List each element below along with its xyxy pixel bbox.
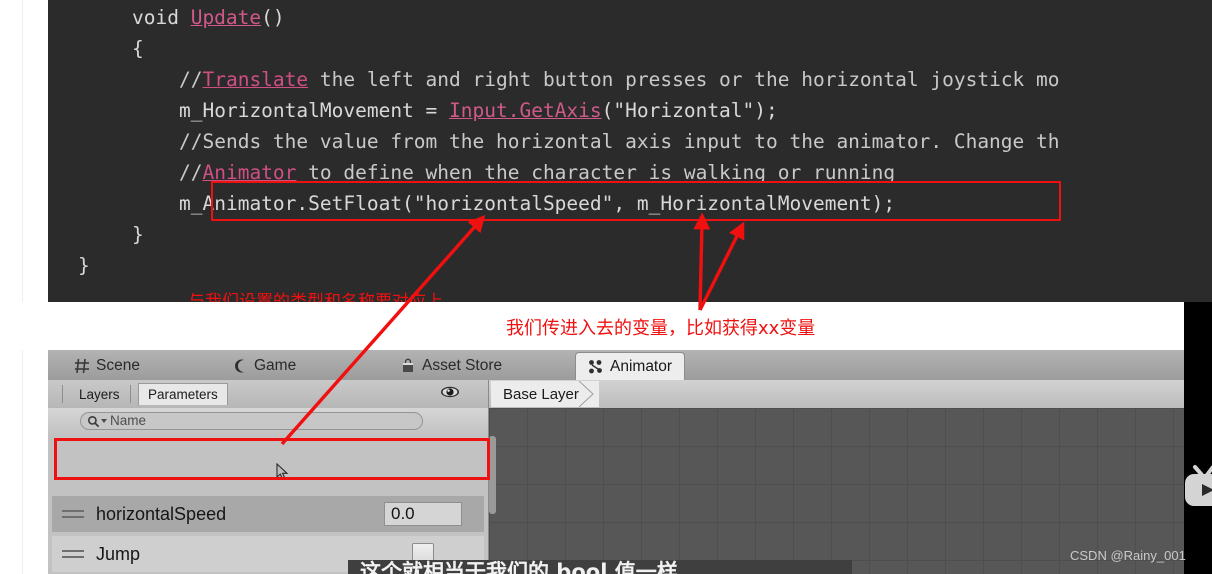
code-token: }: [132, 223, 144, 246]
code-token: m_HorizontalMovement =: [179, 99, 450, 122]
search-icon: [88, 415, 100, 427]
code-line: //Translate the left and right button pr…: [179, 64, 1060, 95]
parameters-search-row: Name: [48, 408, 511, 434]
grid-icon: [74, 358, 90, 374]
code-token: //: [179, 68, 203, 91]
breadcrumb-base-layer[interactable]: Base Layer: [491, 381, 599, 407]
tab-label: Game: [254, 357, 297, 374]
unity-sub-toolbar: Layers Parameters Base Layer: [48, 380, 1184, 409]
page-left-margin: [0, 0, 48, 574]
screenshot-root: void Update(){//Translate the left and r…: [0, 0, 1212, 574]
search-input[interactable]: Name: [80, 412, 423, 430]
subtab-divider: [130, 385, 131, 403]
code-line: }: [78, 250, 90, 281]
code-token: ("Horizontal");: [601, 99, 778, 122]
subtab-layers[interactable]: Layers: [70, 383, 129, 405]
search-dropdown-caret-icon[interactable]: [101, 419, 107, 423]
code-token: (): [261, 6, 285, 29]
code-line: void Update(): [132, 2, 285, 33]
code-line: //Sends the value from the horizontal ax…: [179, 126, 1060, 157]
tab-label: Asset Store: [422, 357, 503, 374]
code-line: }: [132, 219, 144, 250]
annotation-type-name-match: 与我们设置的类型和名称要对应上: [188, 292, 443, 302]
code-token: Animator: [202, 161, 297, 184]
code-token: to define when the character is walking …: [296, 161, 896, 184]
code-token: the left and right button presses or the…: [308, 68, 1060, 91]
code-token: void: [132, 6, 191, 29]
code-token: {: [132, 37, 144, 60]
parameter-name: horizontalSpeed: [96, 503, 227, 524]
code-line: {: [132, 33, 144, 64]
annotation-variable-passed: 我们传进入去的变量，比如获得xx变量: [506, 318, 816, 339]
tab-label: Scene: [96, 357, 140, 374]
tab-asset-store[interactable]: Asset Store: [388, 352, 514, 380]
graph-vertical-scrollbar[interactable]: [489, 436, 496, 514]
parameter-row[interactable]: horizontalSpeed 0.0: [52, 496, 484, 532]
breadcrumb-label: Base Layer: [503, 385, 579, 403]
code-token: Update: [190, 6, 262, 29]
drag-handle-icon[interactable]: [62, 508, 84, 520]
page-left-rule: [22, 0, 23, 574]
video-caption-text: 这个就相当于我们的 bool 值一样: [360, 560, 678, 574]
parameters-panel-header: Layers Parameters: [48, 380, 489, 408]
tab-scene[interactable]: Scene: [62, 352, 152, 380]
subtab-divider: [62, 385, 63, 403]
parameter-value-field[interactable]: 0.0: [384, 502, 462, 526]
chevron-right-icon: [578, 381, 594, 407]
subtab-parameters[interactable]: Parameters: [138, 383, 228, 405]
unity-tab-bar: Scene Game Asset Store Animator: [48, 350, 1184, 381]
csdn-watermark: CSDN @Rainy_001: [1070, 548, 1186, 563]
gamepad-icon: [232, 358, 248, 374]
code-token: //Sends the value from the horizontal ax…: [179, 130, 1060, 153]
video-caption-bar: 这个就相当于我们的 bool 值一样: [348, 560, 852, 574]
tab-animator[interactable]: Animator: [575, 352, 686, 380]
code-token: m_Animator.SetFloat("horizontalSpeed", m…: [179, 192, 896, 215]
mouse-cursor: [276, 463, 289, 481]
code-token: Input.GetAxis: [449, 99, 602, 122]
parameters-panel: Name horizontalSpeed 0.0 Jump: [48, 408, 511, 574]
code-editor-panel: void Update(){//Translate the left and r…: [48, 0, 1212, 302]
code-line: m_Animator.SetFloat("horizontalSpeed", m…: [179, 188, 895, 219]
code-token: }: [78, 254, 90, 277]
letterbox-right: [1184, 302, 1212, 574]
code-line: m_HorizontalMovement = Input.GetAxis("Ho…: [179, 95, 778, 126]
code-token: //: [179, 161, 203, 184]
unity-editor-window: Scene Game Asset Store Animator Layers Param…: [48, 350, 1184, 574]
video-player-logo: [1185, 465, 1212, 506]
shopping-bag-icon: [400, 358, 416, 374]
animator-nodes-icon: [588, 359, 604, 375]
drag-handle-icon[interactable]: [62, 548, 84, 560]
tab-label: Animator: [610, 357, 673, 375]
code-token: Translate: [202, 68, 309, 91]
code-line: //Animator to define when the character …: [179, 157, 895, 188]
tab-game[interactable]: Game: [220, 352, 308, 380]
search-placeholder: Name: [110, 413, 147, 429]
eye-icon[interactable]: [440, 385, 460, 403]
